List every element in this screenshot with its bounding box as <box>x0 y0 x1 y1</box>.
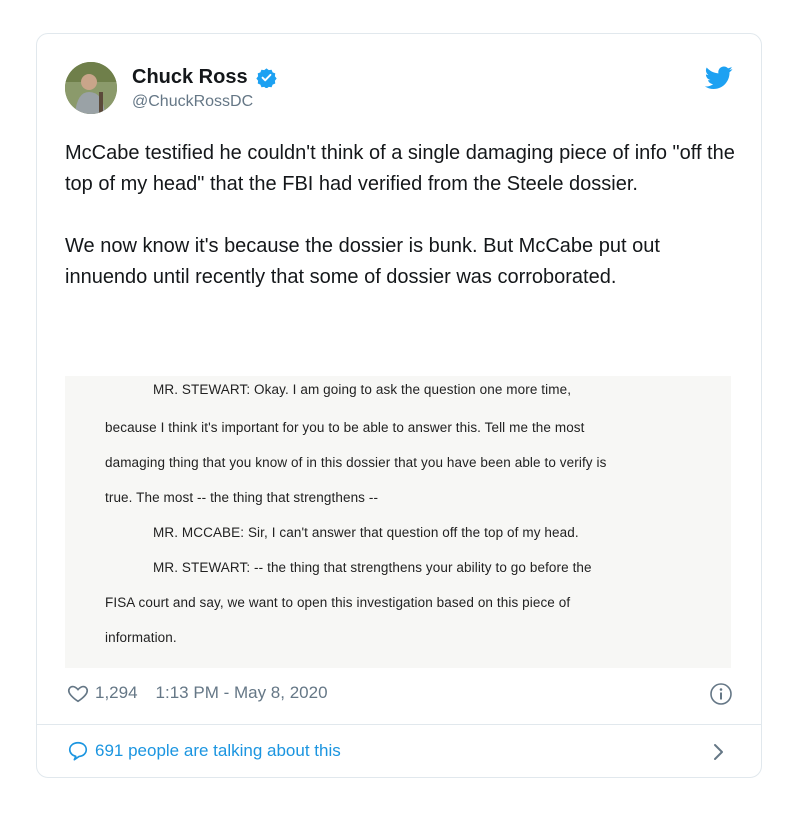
heart-icon[interactable] <box>67 682 89 704</box>
talking-count-label[interactable]: 691 people are talking about this <box>95 741 341 761</box>
document-line: MR. STEWART: Okay. I am going to ask the… <box>153 382 572 397</box>
tweet-meta: 1,294 1:13 PM - May 8, 2020 <box>67 682 328 704</box>
document-line: FISA court and say, we want to open this… <box>105 595 571 610</box>
document-image[interactable]: MR. STEWART: Okay. I am going to ask the… <box>65 376 731 668</box>
tweet-paragraph: We now know it's because the dossier is … <box>65 235 660 288</box>
conversation-link[interactable]: 691 people are talking about this <box>67 740 341 762</box>
document-line: because I think it's important for you t… <box>105 420 585 435</box>
tweet-paragraph: McCabe testified he couldn't think of a … <box>65 142 735 195</box>
tweet-text: McCabe testified he couldn't think of a … <box>65 138 735 293</box>
info-icon[interactable] <box>709 682 733 706</box>
document-line: MR. MCCABE: Sir, I can't answer that que… <box>153 525 579 540</box>
document-line: damaging thing that you know of in this … <box>105 455 607 470</box>
tweet-header: Chuck Ross @ChuckRossDC <box>65 62 733 122</box>
tweet-card: Chuck Ross @ChuckRossDC McCabe testified… <box>36 33 762 778</box>
document-line: MR. STEWART: -- the thing that strengthe… <box>153 560 592 575</box>
speech-bubble-icon <box>68 741 88 761</box>
avatar[interactable] <box>65 62 117 114</box>
divider <box>37 724 761 725</box>
user-handle[interactable]: @ChuckRossDC <box>132 93 277 111</box>
document-line: true. The most -- the thing that strengt… <box>105 490 379 505</box>
user-names: Chuck Ross @ChuckRossDC <box>132 66 277 111</box>
verified-badge-icon <box>256 68 277 88</box>
tweet-timestamp[interactable]: 1:13 PM - May 8, 2020 <box>156 683 328 703</box>
chevron-right-icon[interactable] <box>711 742 727 762</box>
display-name[interactable]: Chuck Ross <box>132 66 248 89</box>
document-line: information. <box>105 630 177 645</box>
like-count[interactable]: 1,294 <box>95 683 138 703</box>
twitter-bird-icon[interactable] <box>705 66 733 90</box>
